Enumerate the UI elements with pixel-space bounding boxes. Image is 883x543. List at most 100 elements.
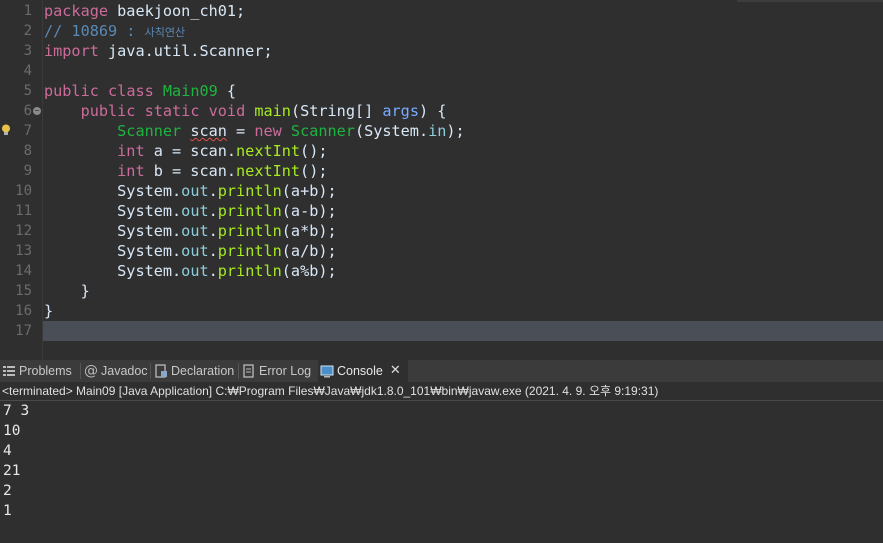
field: out: [181, 242, 209, 260]
field: out: [181, 222, 209, 240]
package-name: baekjoon_ch01;: [108, 2, 246, 20]
code-line-14: System.out.println(a%b);: [44, 261, 337, 281]
tab-divider: [150, 363, 151, 379]
punct: .: [208, 242, 218, 260]
tab-javadoc[interactable]: @ Javadoc: [82, 360, 150, 382]
args: (a+b);: [281, 182, 337, 200]
params-close: ) {: [418, 102, 447, 120]
code-line-1: package baekjoon_ch01;: [44, 1, 245, 21]
line-number: 5: [23, 83, 32, 99]
args: (a/b);: [281, 242, 337, 260]
method-name: println: [217, 222, 282, 240]
method-name: println: [217, 202, 282, 220]
type: Scanner: [281, 122, 355, 140]
keyword: static: [144, 102, 200, 120]
line-number: 9: [23, 163, 32, 179]
method-name: nextInt: [236, 142, 301, 160]
punct: .: [208, 262, 218, 280]
code-line-2: // 10869 : 사칙연산: [44, 21, 185, 41]
tab-error-log[interactable]: Error Log: [240, 360, 318, 382]
console-line: 10: [3, 423, 21, 439]
line-number: 1: [23, 3, 32, 19]
line-number: 13: [15, 243, 32, 259]
tab-label: Declaration: [171, 364, 235, 378]
line-number: 17: [15, 323, 32, 339]
param-name: args: [382, 102, 419, 120]
system: System.: [117, 182, 182, 200]
tab-label: Problems: [19, 364, 72, 378]
system: System.: [117, 222, 182, 240]
tab-divider: [80, 363, 81, 379]
field: in: [428, 122, 447, 140]
punct: ();: [300, 162, 328, 180]
line-number: 8: [23, 143, 32, 159]
console-line: 21: [3, 463, 21, 479]
tab-label: Console: [337, 364, 383, 378]
fold-toggle-icon[interactable]: −: [33, 107, 41, 115]
punct: .: [208, 222, 218, 240]
line-number: 3: [23, 43, 32, 59]
line-number: 12: [15, 223, 32, 239]
keyword: int: [117, 162, 145, 180]
line-number: 6: [23, 103, 32, 119]
keyword: public: [80, 102, 136, 120]
tab-label: Error Log: [259, 364, 312, 378]
assign: a = scan.: [144, 142, 237, 160]
console-line: 2: [3, 483, 12, 499]
code-line-10: System.out.println(a+b);: [44, 181, 337, 201]
line-number-gutter: 1 2 3 4 5 6 7 8 9 10 11 12 13 14 15 16 1…: [0, 0, 43, 360]
args: (a*b);: [281, 222, 337, 240]
variable-warning: scan: [190, 122, 227, 140]
code-line-15: }: [44, 282, 90, 300]
console-output[interactable]: 7 3 10 4 21 2 1: [0, 401, 883, 543]
system: System.: [117, 202, 182, 220]
line-number: 11: [15, 203, 32, 219]
console-line: 1: [3, 503, 12, 519]
code-line-11: System.out.println(a-b);: [44, 201, 337, 221]
method-name: nextInt: [236, 162, 301, 180]
keyword: void: [208, 102, 246, 120]
punct: .: [208, 202, 218, 220]
args: (a-b);: [281, 202, 337, 220]
class-name: Main09: [162, 82, 218, 100]
console-icon: [320, 365, 334, 378]
type: Scanner: [117, 122, 182, 140]
close-icon[interactable]: ✕: [390, 360, 401, 382]
comment-korean: 사칙연산: [144, 26, 186, 39]
assign: b = scan.: [144, 162, 237, 180]
keyword: public: [44, 82, 99, 100]
punct: );: [446, 122, 465, 140]
javadoc-at-icon: @: [84, 363, 98, 379]
console-line: 7 3: [3, 403, 30, 419]
method-name: println: [217, 242, 282, 260]
tab-console[interactable]: Console ✕: [318, 360, 408, 382]
editor-top-border: [737, 0, 883, 2]
code-line-12: System.out.println(a*b);: [44, 221, 337, 241]
line-number: 14: [15, 263, 32, 279]
quick-fix-lightbulb-icon[interactable]: [1, 124, 11, 136]
method-name: main: [254, 102, 291, 120]
method-name: println: [217, 182, 282, 200]
current-line-highlight: [43, 321, 883, 341]
code-editor[interactable]: 1 2 3 4 5 6 7 8 9 10 11 12 13 14 15 16 1…: [0, 0, 883, 360]
line-number: 4: [23, 63, 32, 79]
system: System.: [117, 262, 182, 280]
tab-declaration[interactable]: Declaration: [152, 360, 238, 382]
keyword: new: [254, 122, 282, 140]
code-line-13: System.out.println(a/b);: [44, 241, 337, 261]
declaration-icon: [155, 364, 167, 378]
tab-problems[interactable]: Problems: [0, 360, 80, 382]
code-line-9: int b = scan.nextInt();: [44, 161, 327, 181]
punct: ();: [300, 142, 328, 160]
bottom-panel-tabbar: Problems @ Javadoc Declaration Error Log…: [0, 360, 883, 383]
punct: .: [208, 182, 218, 200]
line-number: 15: [15, 283, 32, 299]
field: out: [181, 182, 209, 200]
comment: // 10869 :: [44, 22, 145, 40]
keyword: class: [108, 82, 154, 100]
console-line: 4: [3, 443, 12, 459]
console-status-line: <terminated> Main09 [Java Application] C…: [0, 382, 883, 400]
code-line-8: int a = scan.nextInt();: [44, 141, 327, 161]
code-line-7: Scanner scan = new Scanner(System.in);: [44, 121, 465, 141]
field: out: [181, 262, 209, 280]
